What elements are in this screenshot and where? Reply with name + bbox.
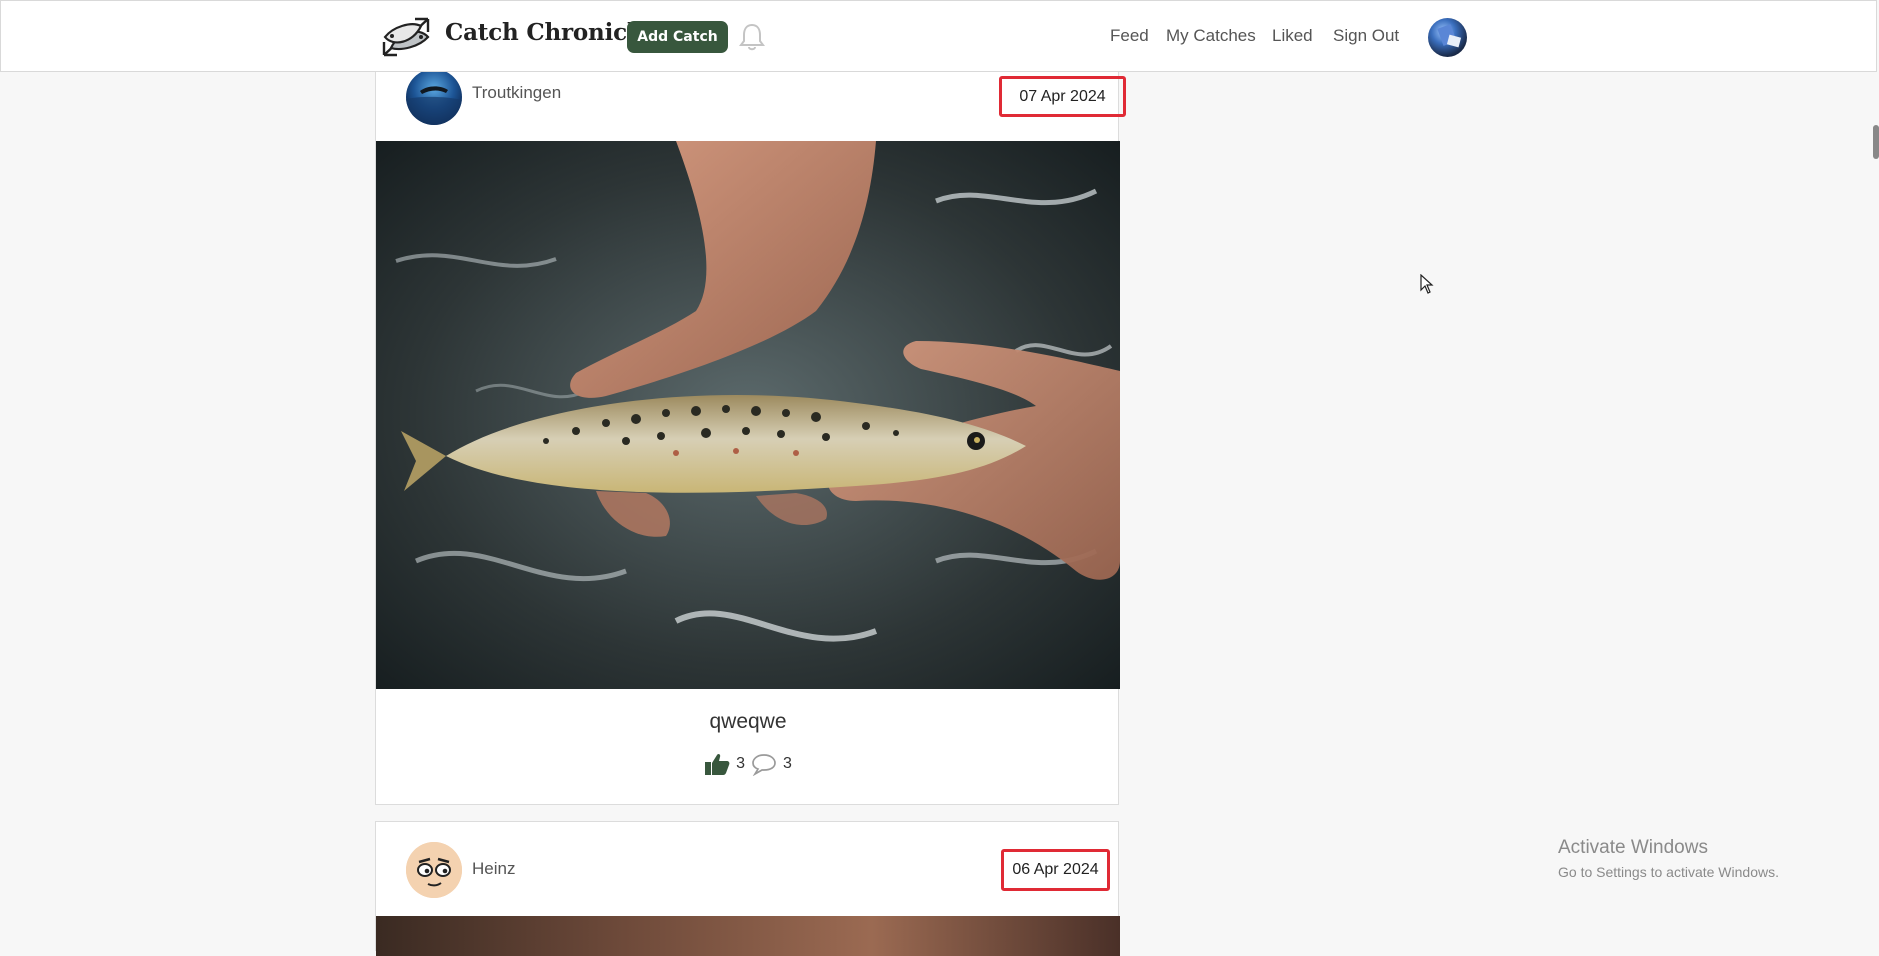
post-date: 07 Apr 2024	[999, 76, 1126, 117]
nav-sign-out[interactable]: Sign Out	[1333, 26, 1399, 46]
fish-logo-icon[interactable]	[381, 15, 431, 59]
brand-name[interactable]: Catch Chronicle	[445, 19, 650, 46]
top-navbar: Catch Chronicle Add Catch Feed My Catche…	[0, 0, 1877, 72]
post-stats: 3 3	[376, 752, 1120, 776]
post-author-avatar[interactable]	[406, 69, 462, 125]
catch-photo[interactable]	[376, 141, 1120, 689]
catch-caption: qweqwe	[709, 710, 787, 733]
comment-bubble-icon[interactable]	[751, 752, 777, 776]
catch-photo[interactable]	[376, 916, 1120, 956]
post-author-name[interactable]: Heinz	[472, 859, 515, 879]
comment-count: 3	[783, 755, 792, 772]
like-count: 3	[736, 755, 745, 772]
nav-feed[interactable]: Feed	[1110, 26, 1149, 46]
thumbs-up-icon[interactable]	[704, 752, 730, 776]
catch-post-card: Heinz 06 Apr 2024	[375, 821, 1120, 956]
user-avatar[interactable]	[1428, 18, 1467, 57]
activate-windows-title: Activate Windows	[1558, 837, 1708, 858]
scrollbar-thumb[interactable]	[1873, 125, 1879, 159]
mouse-cursor-icon	[1420, 274, 1434, 294]
catch-post-card: Troutkingen 07 Apr 2024 qweqwe 3 3	[375, 60, 1126, 805]
add-catch-button[interactable]: Add Catch	[627, 21, 728, 53]
nav-liked[interactable]: Liked	[1272, 26, 1313, 46]
activate-windows-subtitle: Go to Settings to activate Windows.	[1558, 864, 1779, 880]
post-author-name[interactable]: Troutkingen	[472, 83, 561, 103]
bell-icon[interactable]	[738, 22, 766, 52]
post-author-avatar[interactable]	[406, 842, 462, 898]
post-date: 06 Apr 2024	[1001, 849, 1110, 891]
nav-my-catches[interactable]: My Catches	[1166, 26, 1256, 46]
